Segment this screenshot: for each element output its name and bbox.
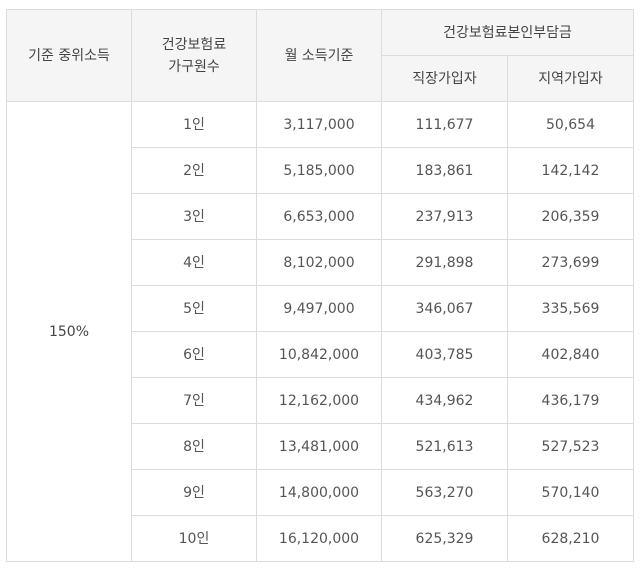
table-header: 기준 중위소득 건강보험료 가구원수 월 소득기준 건강보험료본인부담금 직장가… [6,9,634,102]
household-cell: 7인 [131,377,257,424]
employee-premium-cell: 183,861 [381,147,508,194]
household-cell: 10인 [131,515,257,562]
monthly-income-cell: 10,842,000 [256,331,382,378]
household-cell: 5인 [131,285,257,332]
monthly-income-cell: 14,800,000 [256,469,382,516]
table-body: 150% 1인 3,117,000 111,677 50,654 2인 5,185,000 1… [6,101,634,562]
income-table: 기준 중위소득 건강보험료 가구원수 월 소득기준 건강보험료본인부담금 직장가… [6,9,634,562]
header-household: 건강보험료 가구원수 [131,9,257,102]
header-premium-group: 건강보험료본인부담금 [381,9,634,56]
employee-premium-cell: 111,677 [381,101,508,148]
monthly-income-cell: 3,117,000 [256,101,382,148]
monthly-income-cell: 6,653,000 [256,193,382,240]
employee-premium-cell: 237,913 [381,193,508,240]
monthly-income-cell: 8,102,000 [256,239,382,286]
household-cell: 3인 [131,193,257,240]
household-cell: 4인 [131,239,257,286]
monthly-income-cell: 5,185,000 [256,147,382,194]
header-household-line1: 건강보험료 [161,36,227,53]
household-cell: 2인 [131,147,257,194]
regional-premium-cell: 273,699 [507,239,634,286]
regional-premium-cell: 570,140 [507,469,634,516]
regional-premium-cell: 335,569 [507,285,634,332]
household-cell: 9인 [131,469,257,516]
monthly-income-cell: 13,481,000 [256,423,382,470]
regional-premium-cell: 206,359 [507,193,634,240]
employee-premium-cell: 291,898 [381,239,508,286]
regional-premium-cell: 142,142 [507,147,634,194]
employee-premium-cell: 625,329 [381,515,508,562]
regional-premium-cell: 402,840 [507,331,634,378]
header-monthly: 월 소득기준 [256,9,382,102]
regional-premium-cell: 436,179 [507,377,634,424]
household-cell: 6인 [131,331,257,378]
monthly-income-cell: 9,497,000 [256,285,382,332]
employee-premium-cell: 346,067 [381,285,508,332]
monthly-income-cell: 16,120,000 [256,515,382,562]
employee-premium-cell: 521,613 [381,423,508,470]
header-employee: 직장가입자 [381,55,508,102]
household-cell: 1인 [131,101,257,148]
income-level-cell: 150% [6,101,132,562]
employee-premium-cell: 563,270 [381,469,508,516]
header-regional: 지역가입자 [507,55,634,102]
page: 기준 중위소득 건강보험료 가구원수 월 소득기준 건강보험료본인부담금 직장가… [0,0,642,570]
header-income: 기준 중위소득 [6,9,132,102]
regional-premium-cell: 50,654 [507,101,634,148]
household-cell: 8인 [131,423,257,470]
regional-premium-cell: 628,210 [507,515,634,562]
header-household-line2: 가구원수 [168,58,220,75]
regional-premium-cell: 527,523 [507,423,634,470]
employee-premium-cell: 434,962 [381,377,508,424]
employee-premium-cell: 403,785 [381,331,508,378]
monthly-income-cell: 12,162,000 [256,377,382,424]
table-row: 150% 1인 3,117,000 111,677 50,654 [6,101,634,562]
